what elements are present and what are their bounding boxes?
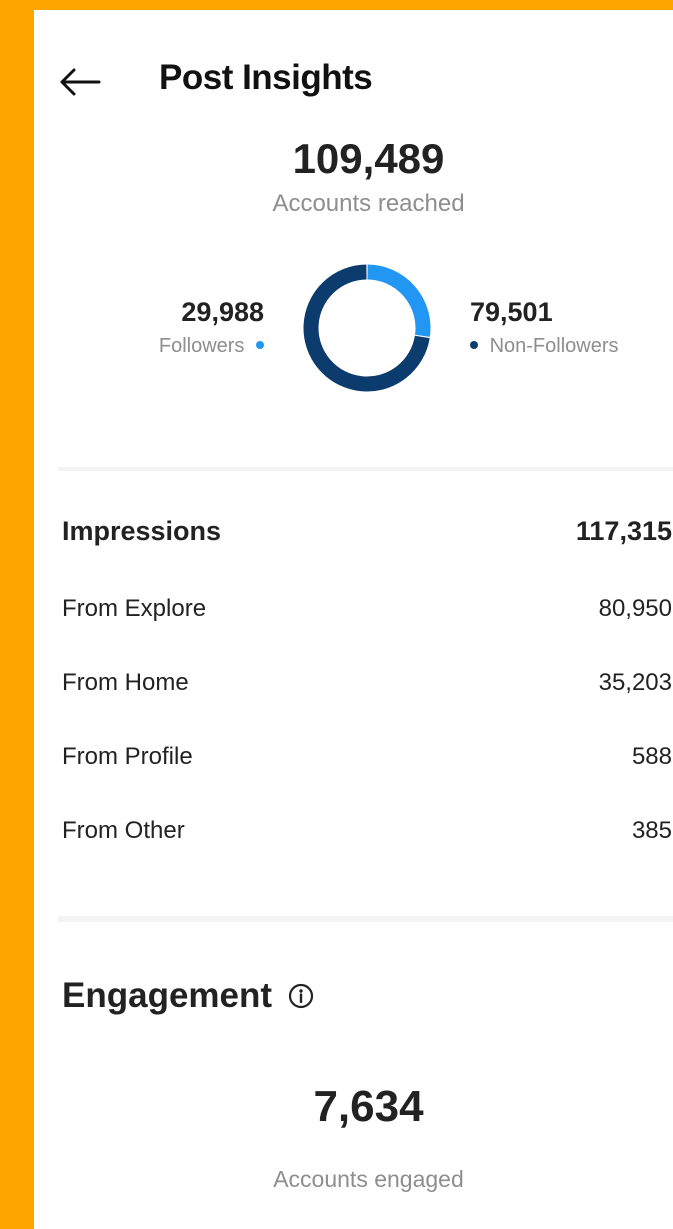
non-followers-stat: 79,501 Non-Followers bbox=[470, 295, 619, 359]
impression-source-value: 588 bbox=[631, 743, 672, 770]
donut-slice-followers bbox=[367, 264, 431, 337]
accounts-reached-label: Accounts reached bbox=[272, 190, 465, 217]
engagement-heading: Engagement bbox=[62, 976, 314, 1016]
impression-source-value: 80,950 bbox=[598, 595, 672, 622]
table-row: From Explore 80,950 bbox=[62, 584, 673, 634]
orange-frame: Post Insights 109,489 Accounts reached 2… bbox=[0, 0, 673, 1229]
non-followers-value: 79,501 bbox=[470, 297, 553, 327]
impression-source-label: From Home bbox=[62, 669, 189, 696]
followers-stat: 29,988 Followers bbox=[159, 295, 264, 359]
reach-donut-chart bbox=[303, 264, 431, 392]
table-row: From Home 35,203 bbox=[62, 658, 673, 708]
impressions-label: Impressions bbox=[62, 515, 222, 546]
page-title: Post Insights bbox=[159, 58, 373, 97]
followers-legend: Followers bbox=[159, 333, 264, 359]
table-row: From Profile 588 bbox=[62, 732, 673, 782]
impression-source-value: 385 bbox=[631, 817, 672, 844]
impressions-value: 117,315 bbox=[575, 515, 672, 546]
accounts-engaged-value: 7,634 bbox=[313, 1082, 424, 1131]
followers-value: 29,988 bbox=[181, 297, 264, 327]
impression-source-label: From Profile bbox=[62, 743, 193, 770]
followers-label: Followers bbox=[158, 335, 245, 357]
impression-source-label: From Other bbox=[62, 817, 185, 844]
non-followers-dot-icon bbox=[470, 340, 478, 349]
accounts-engaged-label: Accounts engaged bbox=[273, 1166, 464, 1192]
arrow-left-icon bbox=[60, 68, 101, 96]
non-followers-legend: Non-Followers bbox=[470, 333, 619, 359]
insights-screen: Post Insights 109,489 Accounts reached 2… bbox=[34, 10, 673, 1229]
back-button[interactable] bbox=[58, 62, 102, 102]
table-row: From Other 385 bbox=[62, 806, 673, 856]
non-followers-label: Non-Followers bbox=[489, 335, 619, 357]
impression-source-label: From Explore bbox=[62, 595, 207, 622]
accounts-reached-value: 109,489 bbox=[292, 135, 445, 182]
info-icon[interactable] bbox=[288, 983, 314, 1009]
engagement-title: Engagement bbox=[62, 976, 273, 1015]
followers-dot-icon bbox=[256, 340, 264, 349]
section-divider bbox=[58, 916, 673, 922]
impression-source-value: 35,203 bbox=[598, 669, 672, 696]
impressions-row: Impressions 117,315 bbox=[62, 503, 673, 559]
section-divider bbox=[58, 467, 673, 471]
